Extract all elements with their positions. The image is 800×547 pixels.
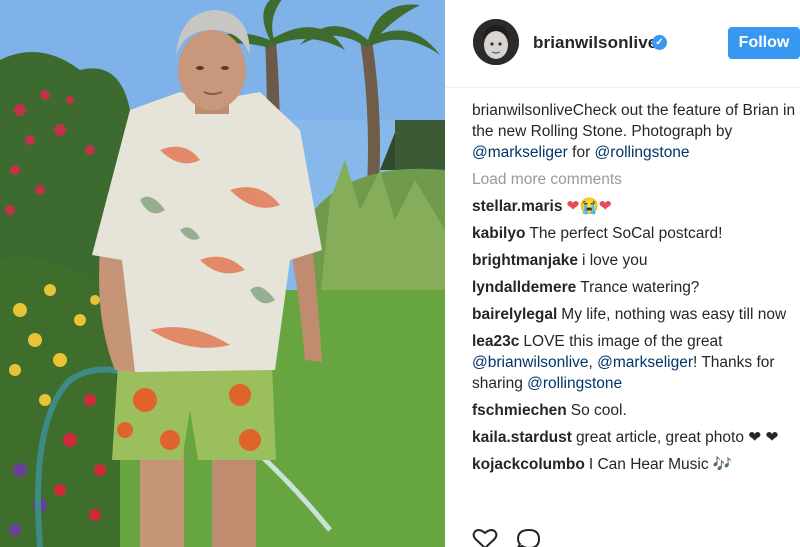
comment-text: i love you	[581, 252, 648, 269]
comment-username[interactable]: brightmanjake	[472, 252, 578, 269]
username-link[interactable]: brianwilsonlive	[533, 33, 657, 53]
caption-text: for	[567, 144, 595, 161]
comment-text: I Can Hear Music 🎶	[588, 456, 733, 473]
follow-button[interactable]: Follow	[728, 27, 800, 59]
comment-item: lyndalldemere Trance watering?	[472, 277, 800, 298]
comment-text: So cool.	[570, 402, 627, 419]
comment-username[interactable]: kabilyo	[472, 225, 525, 242]
avatar[interactable]	[473, 19, 519, 65]
comment-text: great article, great photo ❤ ❤	[575, 429, 779, 446]
comment-item: brightmanjake i love you	[472, 250, 800, 271]
comment-text: ,	[588, 354, 598, 371]
verified-badge-icon: ✓	[652, 35, 667, 50]
comment-text: The perfect SoCal postcard!	[529, 225, 723, 242]
comments-list: brianwilsonliveCheck out the feature of …	[472, 100, 800, 518]
post-photo[interactable]	[0, 0, 445, 547]
caption-username[interactable]: brianwilsonlive	[472, 102, 573, 119]
comment-username[interactable]: stellar.maris	[472, 198, 562, 215]
comment-mention[interactable]: @rollingstone	[527, 375, 622, 392]
comment-text: Trance watering?	[580, 279, 700, 296]
comment-username[interactable]: fschmiechen	[472, 402, 567, 419]
comment-text: ❤😭❤	[566, 198, 612, 215]
comment-username[interactable]: kojackcolumbo	[472, 456, 585, 473]
comment-item: stellar.maris ❤😭❤	[472, 196, 800, 217]
comment-item: kaila.stardust great article, great photo…	[472, 427, 800, 448]
comment-item: bairelylegal My life, nothing was easy ti…	[472, 304, 800, 325]
heart-icon[interactable]	[472, 528, 498, 547]
comment-username[interactable]: bairelylegal	[472, 306, 557, 323]
comment-item: lea23c LOVE this image of the great @bria…	[472, 331, 800, 394]
post-caption: brianwilsonliveCheck out the feature of …	[472, 100, 800, 163]
comment-mention[interactable]: @markseliger	[597, 354, 693, 371]
load-more-comments-link[interactable]: Load more comments	[472, 169, 800, 190]
post-side-panel: brianwilsonlive ✓ Follow brianwilsonlive…	[445, 0, 800, 547]
comment-item: kojackcolumbo I Can Hear Music 🎶	[472, 454, 800, 475]
comment-username[interactable]: lea23c	[472, 333, 519, 350]
photo-illustration	[0, 0, 445, 547]
comment-item: kabilyo The perfect SoCal postcard!	[472, 223, 800, 244]
comment-username[interactable]: kaila.stardust	[472, 429, 572, 446]
post-header: brianwilsonlive ✓ Follow	[445, 0, 800, 88]
caption-mention[interactable]: @markseliger	[472, 144, 568, 161]
comment-text: LOVE this image of the great	[523, 333, 723, 350]
caption-mention[interactable]: @rollingstone	[595, 144, 690, 161]
comment-bubble-icon[interactable]	[516, 528, 542, 547]
avatar-image	[473, 19, 519, 65]
comment-item: fschmiechen So cool.	[472, 400, 800, 421]
comment-username[interactable]: lyndalldemere	[472, 279, 576, 296]
comment-text: My life, nothing was easy till now	[561, 306, 787, 323]
comment-mention[interactable]: @brianwilsonlive	[472, 354, 589, 371]
